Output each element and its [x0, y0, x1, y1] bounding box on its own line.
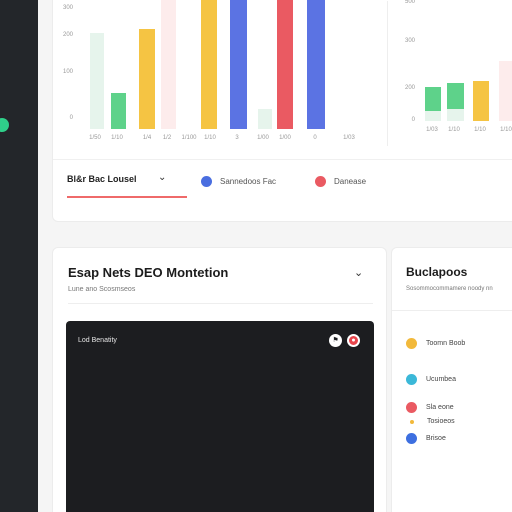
y-tick-label: 0 — [412, 117, 416, 123]
list-item[interactable]: Sla eone — [406, 402, 454, 413]
card-subtitle: Sosommocommamere noody nn — [406, 286, 493, 292]
chart-divider — [387, 1, 388, 146]
bar — [161, 0, 176, 129]
bar — [201, 0, 217, 129]
bar — [447, 109, 464, 121]
bar — [230, 0, 247, 129]
x-tick-label: 1/00 — [279, 135, 291, 141]
x-tick-label: 1/10 — [111, 135, 123, 141]
x-tick-label: 3 — [235, 135, 239, 141]
x-tick-label: 1/03 — [343, 135, 355, 141]
list-item[interactable]: Toomn Boob — [406, 338, 465, 349]
status-dot — [406, 402, 417, 413]
list-item-label: Ucumbea — [426, 376, 456, 383]
list-item-label: Sla eone — [426, 404, 454, 411]
x-tick-label: 0 — [313, 135, 317, 141]
flag-icon[interactable]: ⚑ — [329, 334, 342, 347]
x-tick-label: 1/10 — [500, 127, 512, 133]
bar — [277, 0, 293, 129]
status-dot — [406, 374, 417, 385]
x-tick-label: 1/10 — [204, 135, 216, 141]
panel-title: Lod Benatity — [78, 337, 117, 344]
x-tick-label: 1/4 — [143, 135, 152, 141]
status-dot — [406, 338, 417, 349]
status-dot — [406, 433, 417, 444]
y-tick-label: 0 — [70, 115, 74, 121]
card-title: Buclapoos — [406, 265, 468, 279]
divider — [68, 303, 373, 304]
x-tick-label: 1/2 — [163, 135, 172, 141]
card-subtitle: Lune ano Scosmseos — [68, 286, 136, 293]
legend-dot-blue — [201, 176, 212, 187]
divider — [392, 310, 512, 311]
bar-charts: 01002003001/50 1/10 1/4 1/2 1/100 1/10 3 1/00 1/… — [63, 0, 512, 141]
y-tick-label: 200 — [63, 32, 74, 38]
card-title: Esap Nets DEO Montetion — [68, 265, 229, 280]
list-item[interactable]: Brisoe — [406, 433, 446, 444]
dark-preview-panel: Lod Benatity ⚑ ● — [66, 321, 374, 512]
x-tick-label: 1/50 — [89, 135, 101, 141]
x-tick-label: 1/03 — [426, 127, 438, 133]
chart-legend-bar: Bl&r Bac Lousel ⌄ Sannedoos Fac Danease — [53, 159, 512, 199]
x-tick-label: 1/100 — [181, 135, 197, 141]
bar — [111, 93, 126, 129]
x-tick-label: 1/10 — [474, 127, 486, 133]
legend-select-label[interactable]: Bl&r Bac Lousel — [67, 174, 137, 184]
y-tick-label: 300 — [63, 5, 74, 11]
record-icon[interactable]: ● — [347, 334, 360, 347]
active-tab-underline — [67, 196, 187, 198]
list-item[interactable]: Ucumbea — [406, 374, 456, 385]
chevron-down-icon[interactable]: ⌄ — [158, 172, 166, 183]
legend-item[interactable]: Danease — [315, 176, 366, 187]
sidebar — [0, 0, 38, 512]
status-dot — [410, 419, 414, 424]
bar — [258, 109, 272, 129]
y-tick-label: 500 — [405, 0, 416, 5]
legend-item[interactable]: Sannedoos Fac — [201, 176, 276, 187]
x-tick-label: 1/00 — [257, 135, 269, 141]
bar — [447, 83, 464, 109]
bar — [307, 0, 325, 129]
bar — [90, 33, 104, 129]
list-item-label: Toomn Boob — [426, 340, 466, 347]
list-item[interactable]: Tosioeos — [406, 418, 455, 425]
top-chart-card: 0 100 200 300 1/50 1/10 1/4 1/2 1/100 1/10 3 1/00 1/… — [52, 0, 512, 222]
bar — [499, 61, 512, 121]
legend-item-label: Sannedoos Fac — [220, 177, 277, 186]
legend-dot-red — [315, 176, 326, 187]
legend-item-label: Danease — [334, 177, 367, 186]
x-tick-label: 1/10 — [448, 127, 460, 133]
bar — [473, 81, 489, 121]
y-tick-label: 300 — [405, 38, 416, 44]
bar — [425, 87, 441, 111]
y-tick-label: 200 — [405, 85, 416, 91]
y-tick-label: 100 — [63, 69, 74, 75]
right-list-card: Buclapoos Sosommocommamere noody nn Toom… — [391, 247, 512, 512]
monitor-card: Esap Nets DEO Montetion Lune ano Scosmse… — [52, 247, 387, 512]
chevron-down-icon[interactable]: ⌄ — [354, 266, 363, 279]
bar — [139, 29, 155, 129]
list-item-label: Brisoe — [426, 435, 446, 442]
bar — [425, 111, 441, 121]
sidebar-active-indicator[interactable] — [0, 118, 9, 132]
list-item-label: Tosioeos — [427, 418, 455, 425]
